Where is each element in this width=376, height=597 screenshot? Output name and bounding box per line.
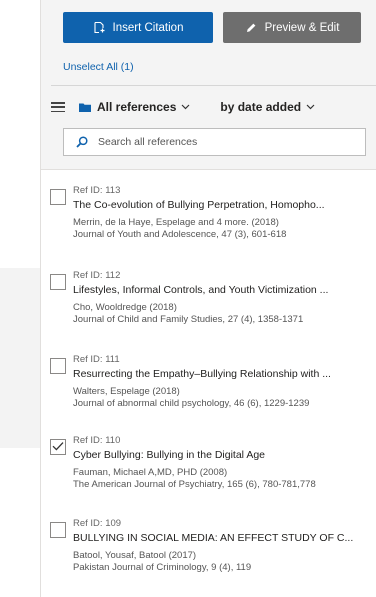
preview-edit-label: Preview & Edit [264,21,340,34]
ref-id: Ref ID: 110 [73,435,121,446]
gutter-shade [0,268,40,448]
ref-title[interactable]: Resurrecting the Empathy–Bullying Relati… [73,367,373,382]
insert-citation-label: Insert Citation [112,21,184,34]
filter-bar: All references by date added [51,94,376,120]
checkmark-icon [52,438,64,456]
ref-journal: Journal of Child and Family Studies, 27 … [73,314,304,325]
ref-title[interactable]: BULLYING IN SOCIAL MEDIA: AN EFFECT STUD… [73,531,373,546]
reference-checkbox[interactable] [50,189,66,205]
menu-icon[interactable] [51,102,65,112]
ref-title[interactable]: Lifestyles, Informal Controls, and Youth… [73,283,373,298]
sort-dropdown[interactable]: by date added [220,100,315,114]
reference-checkbox[interactable] [50,439,66,455]
search-input[interactable] [98,136,338,148]
ref-id: Ref ID: 112 [73,270,121,281]
insert-citation-icon [93,21,105,34]
insert-citation-button[interactable]: Insert Citation [63,12,213,43]
ref-authors: Batool, Yousaf, Batool (2017) [73,550,197,561]
left-gutter [0,0,40,597]
reference-item[interactable]: Ref ID: 109 BULLYING IN SOCIAL MEDIA: AN… [41,504,376,597]
reference-checkbox[interactable] [50,274,66,290]
toolbar: Insert Citation Preview & Edit Unselect … [41,0,376,170]
collection-label: All references [97,100,177,114]
ref-journal: Journal of abnormal child psychology, 46… [73,398,310,409]
search-icon [76,136,88,148]
chevron-down-icon [306,104,315,110]
chevron-down-icon [181,104,190,110]
ref-journal: Pakistan Journal of Criminology, 9 (4), … [73,562,252,573]
citation-panel: Insert Citation Preview & Edit Unselect … [40,0,376,597]
ref-journal: Journal of Youth and Adolescence, 47 (3)… [73,229,287,240]
ref-authors: Cho, Wooldredge (2018) [73,302,177,313]
search-box [63,128,366,156]
ref-authors: Walters, Espelage (2018) [73,386,180,397]
ref-authors: Fauman, Michael A,MD, PHD (2008) [73,467,228,478]
reference-checkbox[interactable] [50,522,66,538]
preview-edit-button[interactable]: Preview & Edit [223,12,361,43]
unselect-all-link[interactable]: Unselect All (1) [63,61,134,73]
reference-checkbox[interactable] [50,358,66,374]
ref-id: Ref ID: 111 [73,354,120,365]
folder-icon [79,102,91,112]
toolbar-divider [51,85,376,86]
ref-authors: Merrin, de la Haye, Espelage and 4 more.… [73,217,279,228]
collection-dropdown[interactable]: All references [79,100,190,114]
ref-id: Ref ID: 113 [73,185,121,196]
ref-title[interactable]: Cyber Bullying: Bullying in the Digital … [73,448,373,463]
ref-journal: The American Journal of Psychiatry, 165 … [73,479,316,490]
ref-title[interactable]: The Co-evolution of Bullying Perpetratio… [73,198,373,213]
ref-id: Ref ID: 109 [73,518,122,529]
pencil-icon [245,22,257,34]
sort-label: by date added [220,100,302,114]
